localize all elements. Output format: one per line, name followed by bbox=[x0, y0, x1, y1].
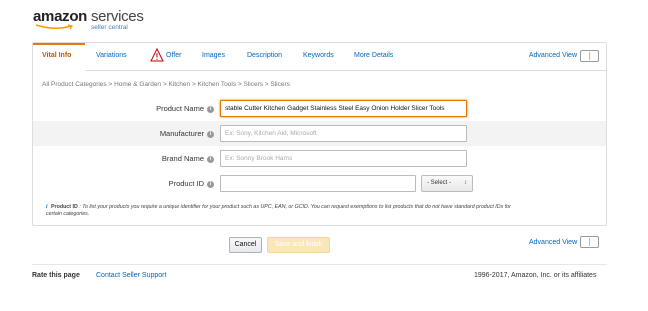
info-icon[interactable]: i bbox=[207, 180, 214, 188]
product-id-row: Product ID i - Select - ↕ bbox=[33, 171, 606, 196]
tab-variations[interactable]: Variations bbox=[96, 52, 127, 59]
product-form-card: Vital Info Variations Offer Images Descr… bbox=[32, 42, 607, 226]
rate-this-page-link[interactable]: Rate this page bbox=[32, 272, 80, 279]
product-id-input[interactable] bbox=[220, 175, 416, 192]
tab-keywords[interactable]: Keywords bbox=[303, 52, 334, 59]
smile-arrow-icon bbox=[35, 24, 73, 30]
advanced-view-link-bottom[interactable]: Advanced View bbox=[529, 239, 577, 246]
logo-suffix: services bbox=[90, 8, 144, 25]
manufacturer-row: Manufacturer i Ex: Sony, Kitchen Aid, Mic… bbox=[33, 121, 606, 146]
info-icon[interactable]: i bbox=[207, 155, 214, 163]
brand-name-row: Brand Name i Ex: Sonny Brook Hams bbox=[33, 146, 606, 171]
contact-seller-support-link[interactable]: Contact Seller Support bbox=[96, 272, 166, 279]
save-and-finish-button[interactable]: Save and finish bbox=[267, 237, 330, 253]
copyright-text: 1996-2017, Amazon, Inc. or its affiliate… bbox=[474, 272, 597, 279]
logo-subtitle: seller central bbox=[91, 24, 128, 31]
footer-divider bbox=[32, 264, 607, 265]
tab-bar: Vital Info Variations Offer Images Descr… bbox=[33, 43, 606, 71]
note-text: : To list your products you require a un… bbox=[46, 204, 511, 218]
amazon-services-logo: amazon services seller central bbox=[33, 8, 144, 31]
tab-offer[interactable]: Offer bbox=[166, 52, 181, 59]
product-id-note: i Product ID : To list your products you … bbox=[46, 204, 516, 218]
tab-images[interactable]: Images bbox=[202, 52, 225, 59]
advanced-view-toggle-bottom[interactable] bbox=[580, 236, 599, 248]
warning-icon bbox=[150, 48, 164, 62]
tab-description[interactable]: Description bbox=[247, 52, 282, 59]
advanced-view-link[interactable]: Advanced View bbox=[529, 52, 577, 59]
breadcrumb: All Product Categories > Home & Garden >… bbox=[42, 81, 290, 88]
tab-vital-info[interactable]: Vital Info bbox=[42, 52, 71, 59]
brand-name-input[interactable]: Ex: Sonny Brook Hams bbox=[220, 150, 467, 167]
info-icon[interactable]: i bbox=[207, 130, 214, 138]
manufacturer-label: Manufacturer i bbox=[160, 129, 214, 138]
product-name-label: Product Name i bbox=[156, 104, 214, 113]
advanced-view-toggle[interactable] bbox=[580, 50, 599, 62]
cancel-button[interactable]: Cancel bbox=[229, 237, 262, 253]
brand-name-label: Brand Name i bbox=[162, 154, 214, 163]
info-icon[interactable]: i bbox=[207, 105, 214, 113]
product-name-input[interactable]: stable Cutter Kitchen Gadget Stainless S… bbox=[220, 100, 467, 117]
logo-brand: amazon bbox=[33, 8, 88, 25]
manufacturer-input[interactable]: Ex: Sony, Kitchen Aid, Microsoft bbox=[220, 125, 467, 142]
product-id-label: Product ID i bbox=[169, 179, 214, 188]
select-arrows-icon: ↕ bbox=[464, 180, 467, 186]
product-id-type-select[interactable]: - Select - ↕ bbox=[421, 175, 473, 192]
product-name-row: Product Name i stable Cutter Kitchen Gadg… bbox=[33, 96, 606, 121]
note-title: Product ID bbox=[51, 204, 78, 210]
tab-more-details[interactable]: More Details bbox=[354, 52, 393, 59]
